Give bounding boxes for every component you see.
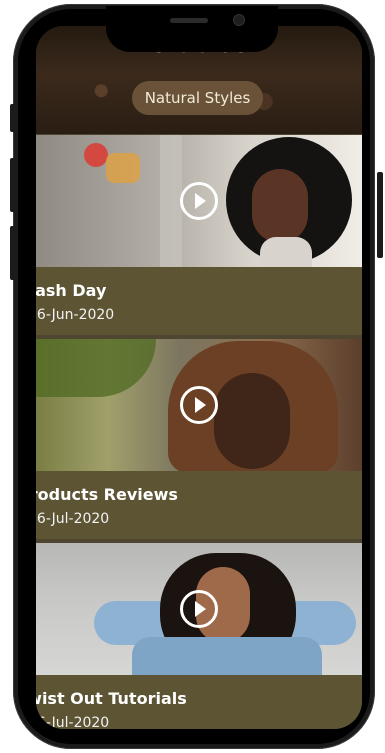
video-date: 16-Jun-2020 — [36, 307, 115, 323]
video-card[interactable]: Wash Day 16-Jun-2020 — [36, 135, 362, 335]
video-title: Wash Day — [36, 281, 107, 300]
camera-icon — [234, 15, 244, 25]
play-icon[interactable] — [180, 182, 218, 220]
video-date: 16-Jul-2020 — [36, 715, 110, 729]
video-thumbnail[interactable] — [36, 135, 362, 267]
video-title: Products Reviews — [36, 485, 178, 504]
video-thumbnail[interactable] — [36, 339, 362, 471]
volume-down-button — [10, 226, 16, 280]
play-icon[interactable] — [180, 590, 218, 628]
play-icon[interactable] — [180, 386, 218, 424]
app-screen: U-Tutorials Natural Styles Wash Day 16-J… — [36, 26, 362, 729]
mute-switch — [10, 104, 16, 132]
video-card[interactable]: Twist Out Tutorials 16-Jul-2020 — [36, 543, 362, 729]
video-title: Twist Out Tutorials — [36, 689, 187, 708]
video-card[interactable]: Products Reviews 16-Jul-2020 — [36, 339, 362, 539]
video-date: 16-Jul-2020 — [36, 511, 110, 527]
power-button — [377, 172, 383, 258]
phone-notch — [106, 6, 278, 52]
volume-up-button — [10, 158, 16, 212]
filter-chip-natural-styles[interactable]: Natural Styles — [132, 81, 263, 115]
speaker-grille — [170, 18, 208, 23]
video-thumbnail[interactable] — [36, 543, 362, 675]
